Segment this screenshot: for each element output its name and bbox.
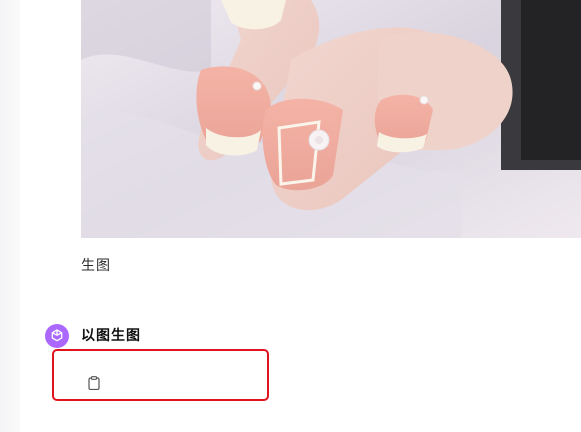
nail-photo-illustration (81, 0, 581, 238)
openai-logo-icon (51, 329, 63, 342)
uploaded-image[interactable] (81, 0, 581, 238)
highlight-box (52, 349, 269, 401)
clipboard-icon (88, 376, 100, 390)
assistant-avatar (45, 324, 69, 348)
copy-button[interactable] (86, 374, 102, 392)
chat-page: 生图 以图生图 (0, 0, 581, 432)
assistant-name: 以图生图 (81, 328, 141, 344)
image-caption: 生图 (81, 258, 111, 274)
left-gutter (0, 0, 20, 432)
